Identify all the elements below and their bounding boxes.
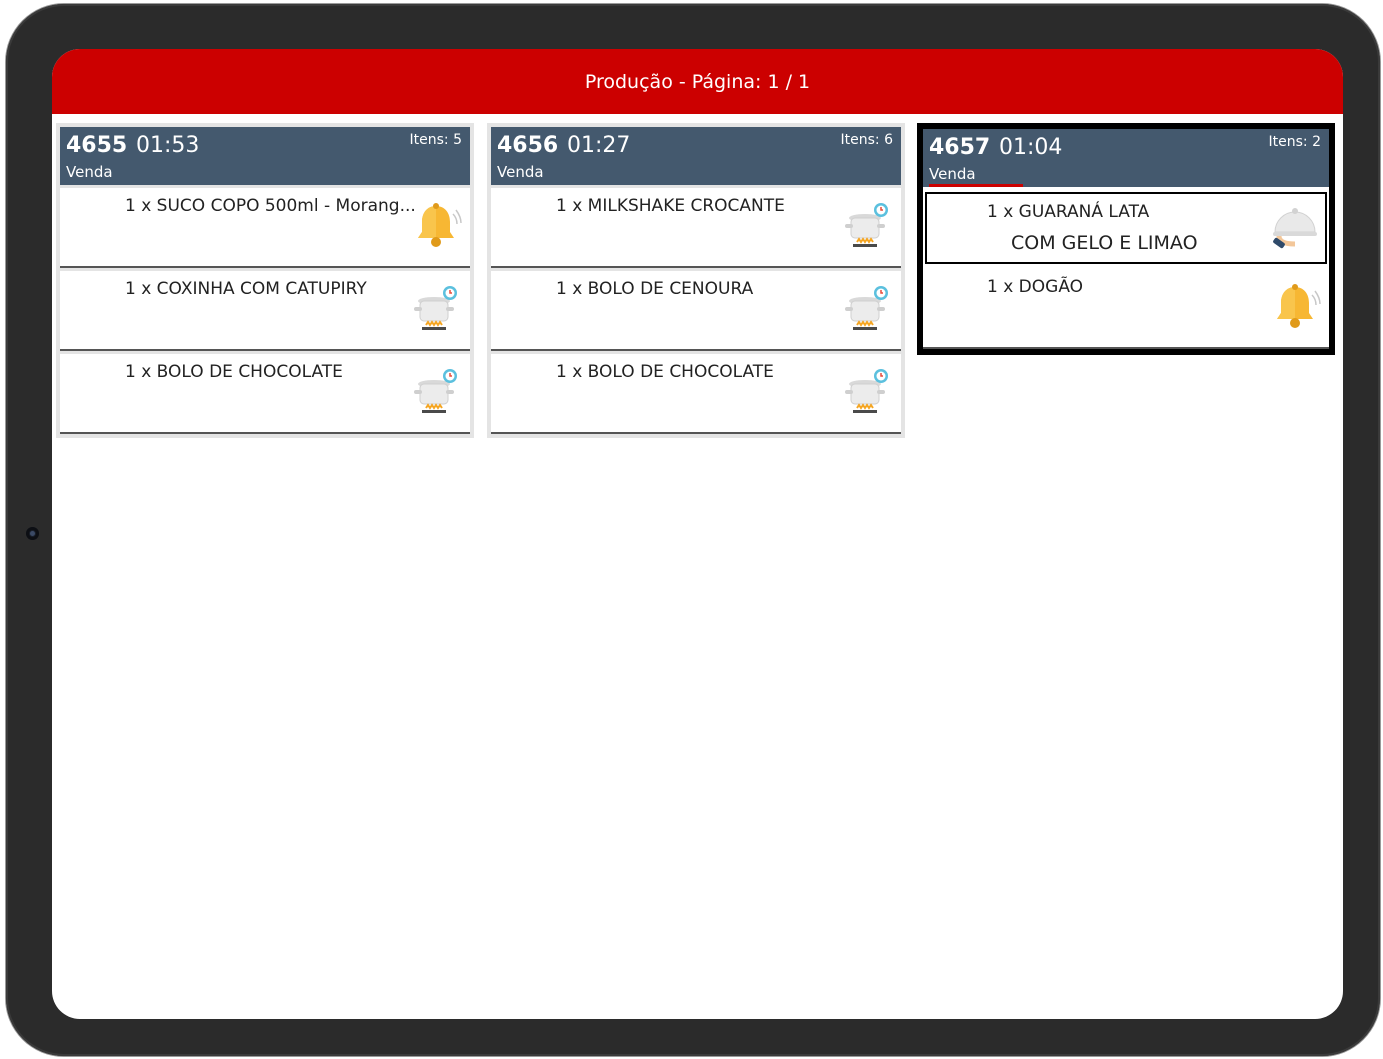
page-title: Produção - Página: 1 / 1 <box>52 49 1343 114</box>
order-header[interactable]: 4657 01:04 Venda Itens: 2 <box>923 129 1329 187</box>
order-header[interactable]: 4656 01:27 Venda Itens: 6 <box>491 127 901 185</box>
cooking-pot-icon[interactable] <box>841 200 893 252</box>
order-item[interactable]: 1 x BOLO DE CHOCOLATE <box>60 354 470 434</box>
order-item[interactable]: 1 x COXINHA COM CATUPIRY <box>60 271 470 351</box>
cooking-pot-icon[interactable] <box>410 366 462 418</box>
items-count: Itens: 6 <box>840 132 893 148</box>
serving-cloche-icon[interactable] <box>1269 202 1321 254</box>
cooking-pot-icon[interactable] <box>410 283 462 335</box>
order-card-4657[interactable]: 4657 01:04 Venda Itens: 2 1 x GUARANÁ LA… <box>917 123 1335 355</box>
order-item[interactable]: 1 x BOLO DE CENOURA <box>491 271 901 351</box>
order-card-4656[interactable]: 4656 01:27 Venda Itens: 6 1 x MILKSHAKE … <box>487 123 905 438</box>
order-number: 4656 <box>497 133 559 158</box>
order-item[interactable]: 1 x DOGÃO <box>923 267 1329 349</box>
screen: Produção - Página: 1 / 1 4655 01:53 Vend… <box>52 49 1343 1019</box>
order-card-4655[interactable]: 4655 01:53 Venda Itens: 5 1 x SUCO COPO … <box>56 123 474 438</box>
item-text: 1 x GUARANÁ LATA <box>987 202 1150 222</box>
order-header[interactable]: 4655 01:53 Venda Itens: 5 <box>60 127 470 185</box>
item-text: 1 x MILKSHAKE CROCANTE <box>556 196 785 216</box>
order-item[interactable]: 1 x BOLO DE CHOCOLATE <box>491 354 901 434</box>
camera-icon <box>26 527 39 540</box>
order-number: 4655 <box>66 133 128 158</box>
cooking-pot-icon[interactable] <box>841 283 893 335</box>
items-count: Itens: 2 <box>1268 134 1321 150</box>
order-item-selected[interactable]: 1 x GUARANÁ LATA COM GELO E LIMAO <box>925 192 1327 264</box>
item-text: 1 x DOGÃO <box>987 277 1084 297</box>
order-elapsed-time: 01:53 <box>136 133 200 158</box>
item-text: 1 x BOLO DE CENOURA <box>556 279 754 299</box>
cooking-pot-icon[interactable] <box>841 366 893 418</box>
item-note: COM GELO E LIMAO <box>1011 232 1198 254</box>
order-type: Venda <box>66 163 113 181</box>
order-type: Venda <box>929 165 976 183</box>
bell-icon[interactable] <box>1269 281 1321 333</box>
items-count: Itens: 5 <box>409 132 462 148</box>
item-text: 1 x BOLO DE CHOCOLATE <box>556 362 774 382</box>
order-number: 4657 <box>929 135 991 160</box>
item-text: 1 x SUCO COPO 500ml - Morang... <box>125 196 415 216</box>
order-elapsed-time: 01:04 <box>999 135 1063 160</box>
bell-icon[interactable] <box>410 200 462 252</box>
order-type: Venda <box>497 163 544 181</box>
order-elapsed-time: 01:27 <box>567 133 631 158</box>
item-text: 1 x COXINHA COM CATUPIRY <box>125 279 367 299</box>
tablet-frame: Produção - Página: 1 / 1 4655 01:53 Vend… <box>6 4 1380 1056</box>
order-item[interactable]: 1 x SUCO COPO 500ml - Morang... <box>60 188 470 268</box>
item-text: 1 x BOLO DE CHOCOLATE <box>125 362 343 382</box>
order-progress-bar <box>929 184 1023 187</box>
order-item[interactable]: 1 x MILKSHAKE CROCANTE <box>491 188 901 268</box>
